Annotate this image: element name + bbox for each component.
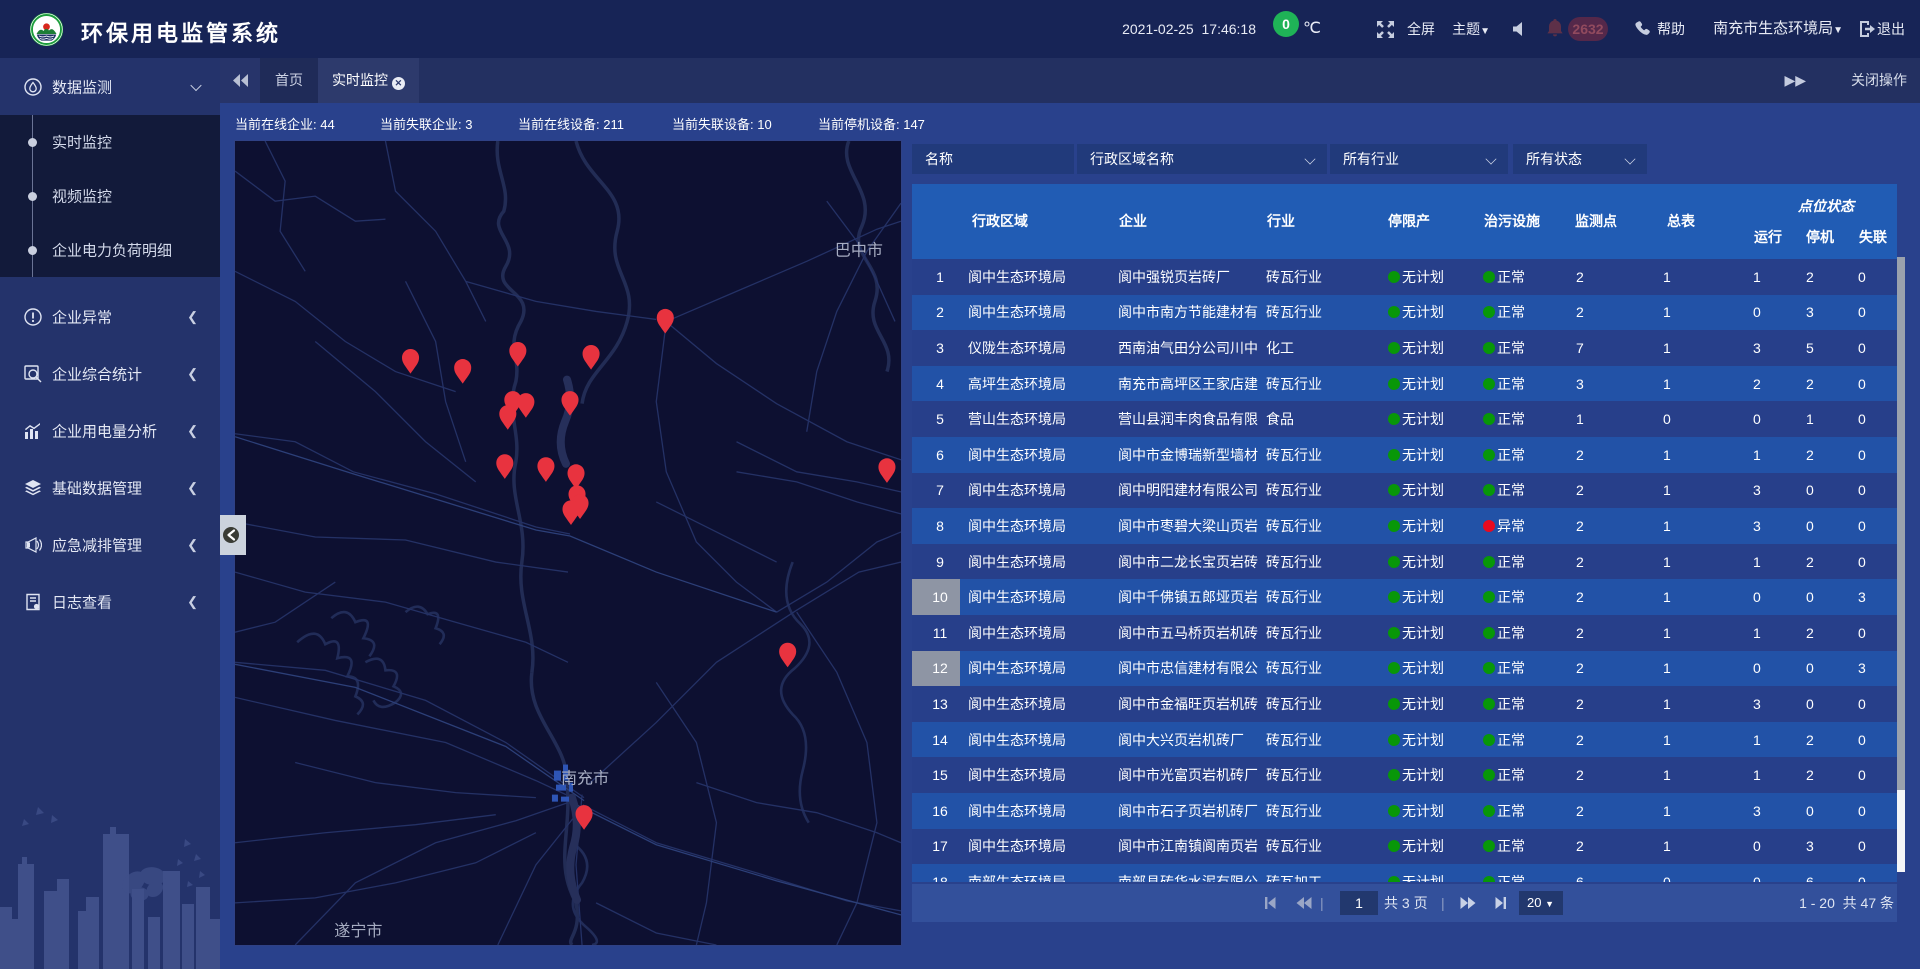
svg-text:巴中市: 巴中市 [835, 241, 883, 259]
svg-text:遂宁市: 遂宁市 [334, 922, 382, 940]
svg-text:南充市: 南充市 [561, 770, 609, 788]
